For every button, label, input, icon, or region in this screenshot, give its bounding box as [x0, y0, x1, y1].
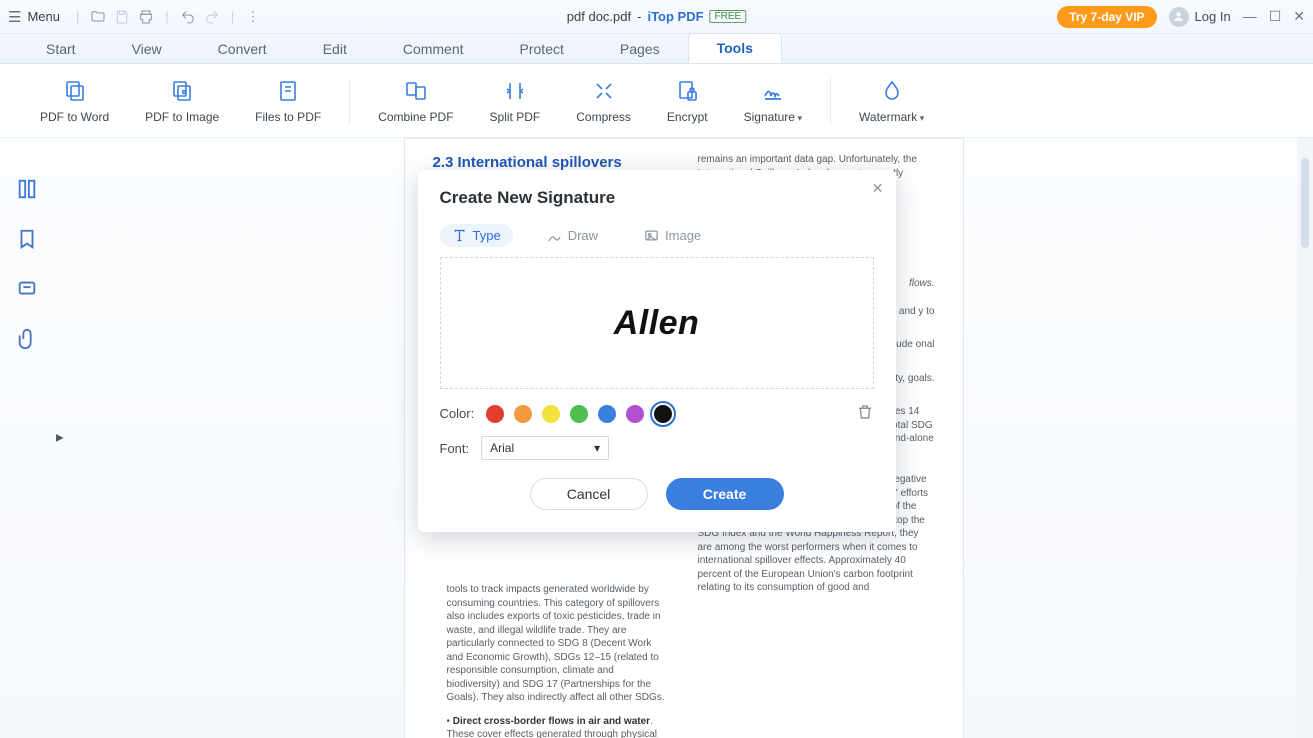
- app-name: iTop PDF: [647, 9, 703, 24]
- login-label: Log In: [1195, 9, 1231, 24]
- color-label: Color:: [440, 406, 475, 421]
- tool-split-pdf[interactable]: Split PDF: [472, 78, 559, 124]
- title-bar: ☰ Menu | | | ⋮ pdf doc.pdf - iTop PDF FR…: [0, 0, 1313, 34]
- hamburger-icon[interactable]: ☰: [8, 8, 21, 26]
- create-signature-dialog: ✕ Create New Signature Type Draw Image A…: [418, 170, 896, 532]
- tab-start[interactable]: Start: [18, 35, 104, 63]
- mode-type[interactable]: Type: [440, 224, 513, 247]
- ribbon-tools: PDF to Word PDF to Image Files to PDF Co…: [0, 64, 1313, 138]
- tab-protect[interactable]: Protect: [492, 35, 592, 63]
- redo-icon[interactable]: [203, 8, 221, 26]
- menu-button[interactable]: Menu: [27, 9, 60, 24]
- tool-encrypt[interactable]: Encrypt: [649, 78, 726, 124]
- thumbnails-icon[interactable]: [16, 178, 38, 200]
- color-yellow[interactable]: [542, 405, 560, 423]
- tab-edit[interactable]: Edit: [295, 35, 375, 63]
- mode-draw[interactable]: Draw: [535, 224, 610, 247]
- scrollbar[interactable]: [1297, 138, 1313, 738]
- tab-convert[interactable]: Convert: [190, 35, 295, 63]
- attachment-icon[interactable]: [16, 328, 38, 350]
- tool-signature[interactable]: Signature: [726, 78, 820, 124]
- tab-tools[interactable]: Tools: [688, 33, 782, 63]
- undo-icon[interactable]: [179, 8, 197, 26]
- save-icon[interactable]: [113, 8, 131, 26]
- left-sidebar: [0, 138, 54, 738]
- cancel-button[interactable]: Cancel: [530, 478, 648, 510]
- tool-combine-pdf[interactable]: Combine PDF: [360, 78, 471, 124]
- font-select[interactable]: Arial▾: [481, 436, 609, 460]
- color-red[interactable]: [486, 405, 504, 423]
- main-tabs: Start View Convert Edit Comment Protect …: [0, 34, 1313, 64]
- tool-files-to-pdf[interactable]: Files to PDF: [237, 78, 339, 124]
- scrollbar-thumb[interactable]: [1301, 158, 1309, 248]
- signature-mode-tabs: Type Draw Image: [440, 224, 874, 247]
- dialog-title: Create New Signature: [440, 188, 874, 208]
- print-icon[interactable]: [137, 8, 155, 26]
- open-icon[interactable]: [89, 8, 107, 26]
- tool-pdf-to-image[interactable]: PDF to Image: [127, 78, 237, 124]
- color-black[interactable]: [654, 405, 672, 423]
- tool-pdf-to-word[interactable]: PDF to Word: [22, 78, 127, 124]
- color-orange[interactable]: [514, 405, 532, 423]
- font-label: Font:: [440, 441, 470, 456]
- maximize-icon[interactable]: ☐: [1269, 8, 1282, 25]
- tool-compress[interactable]: Compress: [558, 78, 649, 124]
- color-green[interactable]: [570, 405, 588, 423]
- dialog-close-icon[interactable]: ✕: [872, 180, 884, 197]
- try-vip-button[interactable]: Try 7-day VIP: [1057, 6, 1156, 28]
- chevron-down-icon: ▾: [594, 441, 600, 455]
- minimize-icon[interactable]: —: [1243, 8, 1257, 25]
- mode-image[interactable]: Image: [632, 224, 713, 247]
- bookmark-icon[interactable]: [16, 228, 38, 250]
- close-window-icon[interactable]: ✕: [1293, 8, 1305, 25]
- delete-icon[interactable]: [856, 403, 874, 424]
- tab-comment[interactable]: Comment: [375, 35, 492, 63]
- signature-text: Allen: [614, 304, 700, 343]
- comment-icon[interactable]: [16, 278, 38, 300]
- color-swatches: [486, 405, 672, 423]
- tool-watermark[interactable]: Watermark: [841, 78, 942, 124]
- tab-view[interactable]: View: [104, 35, 190, 63]
- color-purple[interactable]: [626, 405, 644, 423]
- signature-preview[interactable]: Allen: [440, 257, 874, 389]
- free-badge: FREE: [710, 10, 747, 23]
- create-button[interactable]: Create: [666, 478, 784, 510]
- more-icon[interactable]: ⋮: [244, 8, 262, 26]
- avatar-icon: [1169, 7, 1189, 27]
- tab-pages[interactable]: Pages: [592, 35, 688, 63]
- document-name: pdf doc.pdf: [567, 9, 631, 24]
- login-button[interactable]: Log In: [1169, 7, 1231, 27]
- color-blue[interactable]: [598, 405, 616, 423]
